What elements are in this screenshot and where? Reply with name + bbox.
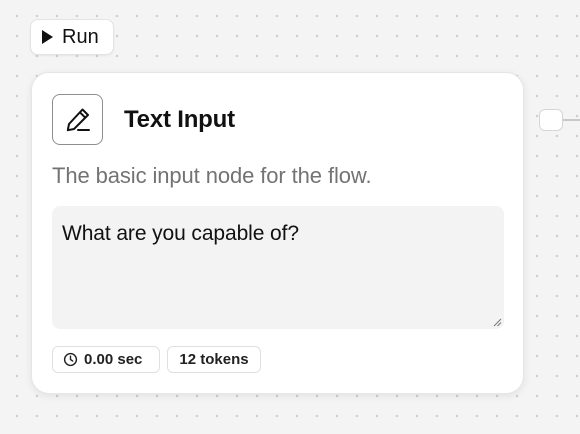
output-handle[interactable] — [539, 109, 563, 131]
node-description: The basic input node for the flow. — [52, 163, 372, 188]
clock-icon — [63, 352, 78, 367]
node-icon-container — [52, 94, 103, 145]
input-textarea-value: What are you capable of? — [62, 222, 299, 245]
run-button-label: Run — [62, 25, 99, 48]
resize-handle-icon[interactable] — [492, 317, 502, 327]
duration-badge: 0.00 sec — [52, 346, 160, 373]
node-title: Text Input — [124, 106, 235, 133]
play-icon — [42, 30, 53, 44]
input-textarea[interactable]: What are you capable of? — [52, 206, 504, 329]
duration-value: 0.00 sec — [84, 351, 143, 368]
pencil-icon — [66, 108, 90, 131]
run-button[interactable]: Run — [30, 19, 114, 55]
text-input-node[interactable]: Text Input The basic input node for the … — [31, 72, 524, 394]
connection-edge — [563, 119, 580, 121]
tokens-value: 12 tokens — [179, 351, 249, 368]
tokens-badge: 12 tokens — [167, 346, 261, 373]
